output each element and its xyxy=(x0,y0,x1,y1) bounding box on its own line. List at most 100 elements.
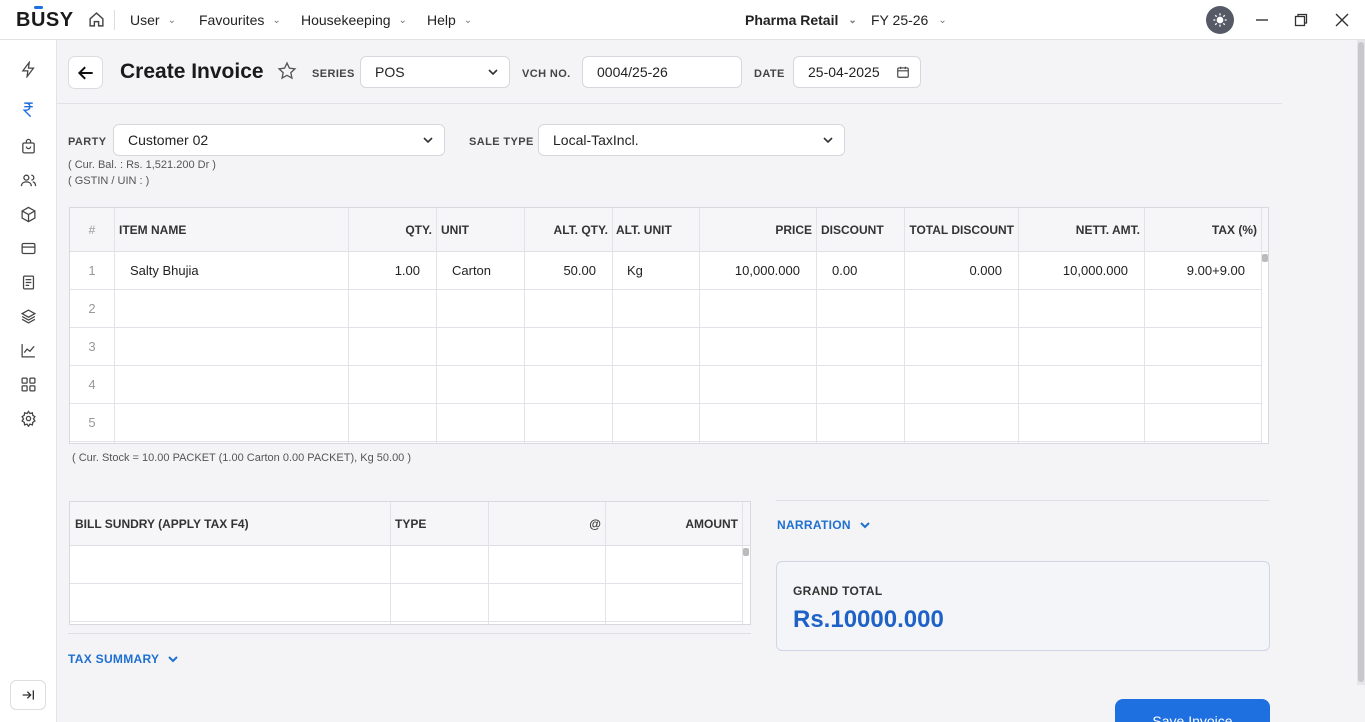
divider xyxy=(68,633,751,634)
theme-toggle-button[interactable] xyxy=(1206,6,1234,34)
company-name: Pharma Retail xyxy=(745,12,839,28)
menu-label: Housekeeping xyxy=(301,12,391,28)
gear-icon[interactable] xyxy=(18,408,38,428)
date-input[interactable]: 25-04-2025 xyxy=(793,56,921,88)
price-cell[interactable]: 10,000.000 xyxy=(699,263,800,278)
col-header-alt-qty: ALT. QTY. xyxy=(553,223,608,237)
alt-qty-cell[interactable]: 50.00 xyxy=(524,263,596,278)
col-header-type: TYPE xyxy=(395,517,427,531)
menu-user[interactable]: User ⌄ xyxy=(130,12,176,28)
table-row[interactable] xyxy=(70,584,742,621)
header-divider xyxy=(57,103,1282,104)
star-icon[interactable] xyxy=(277,61,297,81)
narration-toggle[interactable]: NARRATION xyxy=(777,518,871,532)
item-name-cell[interactable]: Salty Bhujia xyxy=(130,263,199,278)
total-discount-cell[interactable]: 0.000 xyxy=(904,263,1002,278)
company-selector[interactable]: Pharma Retail ⌄ xyxy=(745,12,857,28)
home-icon[interactable] xyxy=(88,11,105,28)
party-gstin: ( GSTIN / UIN : ) xyxy=(68,175,150,187)
chevron-down-icon xyxy=(168,656,179,663)
layers-icon[interactable] xyxy=(18,306,38,326)
nett-amt-cell[interactable]: 10,000.000 xyxy=(1018,263,1128,278)
bill-sundry-table: BILL SUNDRY (APPLY TAX F4) TYPE @ AMOUNT xyxy=(69,501,751,625)
grand-total-panel: GRAND TOTAL Rs.10000.000 xyxy=(776,561,1270,651)
menu-help[interactable]: Help ⌄ xyxy=(427,12,472,28)
table-scrollbar[interactable] xyxy=(743,548,749,556)
col-header-item-name: ITEM NAME xyxy=(119,223,187,237)
chevron-down-icon xyxy=(860,522,870,529)
fy-label: FY 25-26 xyxy=(871,12,929,28)
chart-icon[interactable] xyxy=(18,340,38,360)
grid-icon[interactable] xyxy=(18,374,38,394)
sale-type-label: SALE TYPE xyxy=(469,136,534,148)
fy-selector[interactable]: FY 25-26 ⌄ xyxy=(871,12,947,28)
page-scrollbar[interactable] xyxy=(1358,42,1364,682)
restore-icon xyxy=(1294,13,1308,27)
table-row[interactable] xyxy=(70,547,742,583)
menu-favourites[interactable]: Favourites ⌄ xyxy=(199,12,281,28)
series-value: POS xyxy=(375,64,405,80)
sidebar-expand-button[interactable] xyxy=(10,680,46,710)
narration-label: NARRATION xyxy=(777,518,851,532)
tax-cell[interactable]: 9.00+9.00 xyxy=(1144,263,1245,278)
col-header-bill-sundry: BILL SUNDRY (APPLY TAX F4) xyxy=(75,517,249,531)
restore-button[interactable] xyxy=(1291,10,1311,30)
row-number: 2 xyxy=(88,301,96,316)
series-select[interactable]: POS xyxy=(360,56,510,88)
alt-unit-cell[interactable]: Kg xyxy=(627,263,643,278)
save-invoice-button[interactable]: Save Invoice xyxy=(1115,699,1270,722)
menu-label: Favourites xyxy=(199,12,265,28)
save-invoice-label: Save Invoice xyxy=(1152,713,1233,722)
menu-housekeeping[interactable]: Housekeeping ⌄ xyxy=(301,12,407,28)
col-header-qty: QTY. xyxy=(405,223,432,237)
tax-summary-label: TAX SUMMARY xyxy=(68,652,160,666)
items-table: # ITEM NAME QTY. UNIT ALT. QTY. ALT. UNI… xyxy=(69,207,1269,444)
lightning-icon[interactable] xyxy=(18,59,38,79)
col-header-nett-amt: NETT. AMT. xyxy=(1075,223,1140,237)
discount-cell[interactable]: 0.00 xyxy=(832,263,857,278)
users-icon[interactable] xyxy=(18,170,38,190)
expand-icon xyxy=(22,690,34,700)
rupee-icon[interactable] xyxy=(18,99,38,119)
date-label: DATE xyxy=(754,68,785,80)
col-header-price: PRICE xyxy=(775,223,812,237)
sun-icon xyxy=(1213,13,1227,27)
back-button[interactable] xyxy=(68,56,103,89)
vch-no-value: 0004/25-26 xyxy=(597,64,668,80)
party-label: PARTY xyxy=(68,136,107,148)
close-button[interactable] xyxy=(1332,10,1352,30)
sale-type-select[interactable]: Local-TaxIncl. xyxy=(538,124,845,156)
vch-no-label: VCH NO. xyxy=(522,68,571,80)
divider xyxy=(776,500,1270,501)
tax-summary-toggle[interactable]: TAX SUMMARY xyxy=(68,652,179,666)
box-icon[interactable] xyxy=(18,204,38,224)
party-value: Customer 02 xyxy=(128,132,209,148)
table-scrollbar[interactable] xyxy=(1262,254,1268,262)
chevron-down-icon: ⌄ xyxy=(848,14,857,26)
col-header-amount: AMOUNT xyxy=(685,517,738,531)
chevron-down-icon: ⌄ xyxy=(463,14,473,26)
chevron-down-icon xyxy=(822,134,834,146)
qty-cell[interactable]: 1.00 xyxy=(348,263,420,278)
party-balance: ( Cur. Bal. : Rs. 1,521.200 Dr ) xyxy=(68,159,216,171)
calendar-icon[interactable] xyxy=(896,65,910,79)
series-label: SERIES xyxy=(312,68,355,80)
card-icon[interactable] xyxy=(18,238,38,258)
minimize-button[interactable] xyxy=(1252,10,1272,30)
top-bar: BUSY User ⌄ Favourites ⌄ Housekeeping ⌄ Hel… xyxy=(0,0,1365,40)
menu-label: User xyxy=(130,12,160,28)
col-header-unit: UNIT xyxy=(441,223,469,237)
shopping-bag-icon[interactable] xyxy=(18,136,38,156)
col-header-num: # xyxy=(88,223,96,237)
unit-cell[interactable]: Carton xyxy=(452,263,491,278)
party-select[interactable]: Customer 02 xyxy=(113,124,445,156)
row-number: 3 xyxy=(88,339,96,354)
date-value: 25-04-2025 xyxy=(808,64,880,80)
minimize-icon xyxy=(1256,19,1268,21)
col-header-discount: DISCOUNT xyxy=(821,223,884,237)
divider xyxy=(114,10,115,30)
chevron-down-icon: ⌄ xyxy=(938,14,947,26)
chevron-down-icon xyxy=(487,66,499,78)
document-icon[interactable] xyxy=(18,272,38,292)
vch-no-input[interactable]: 0004/25-26 xyxy=(582,56,742,88)
